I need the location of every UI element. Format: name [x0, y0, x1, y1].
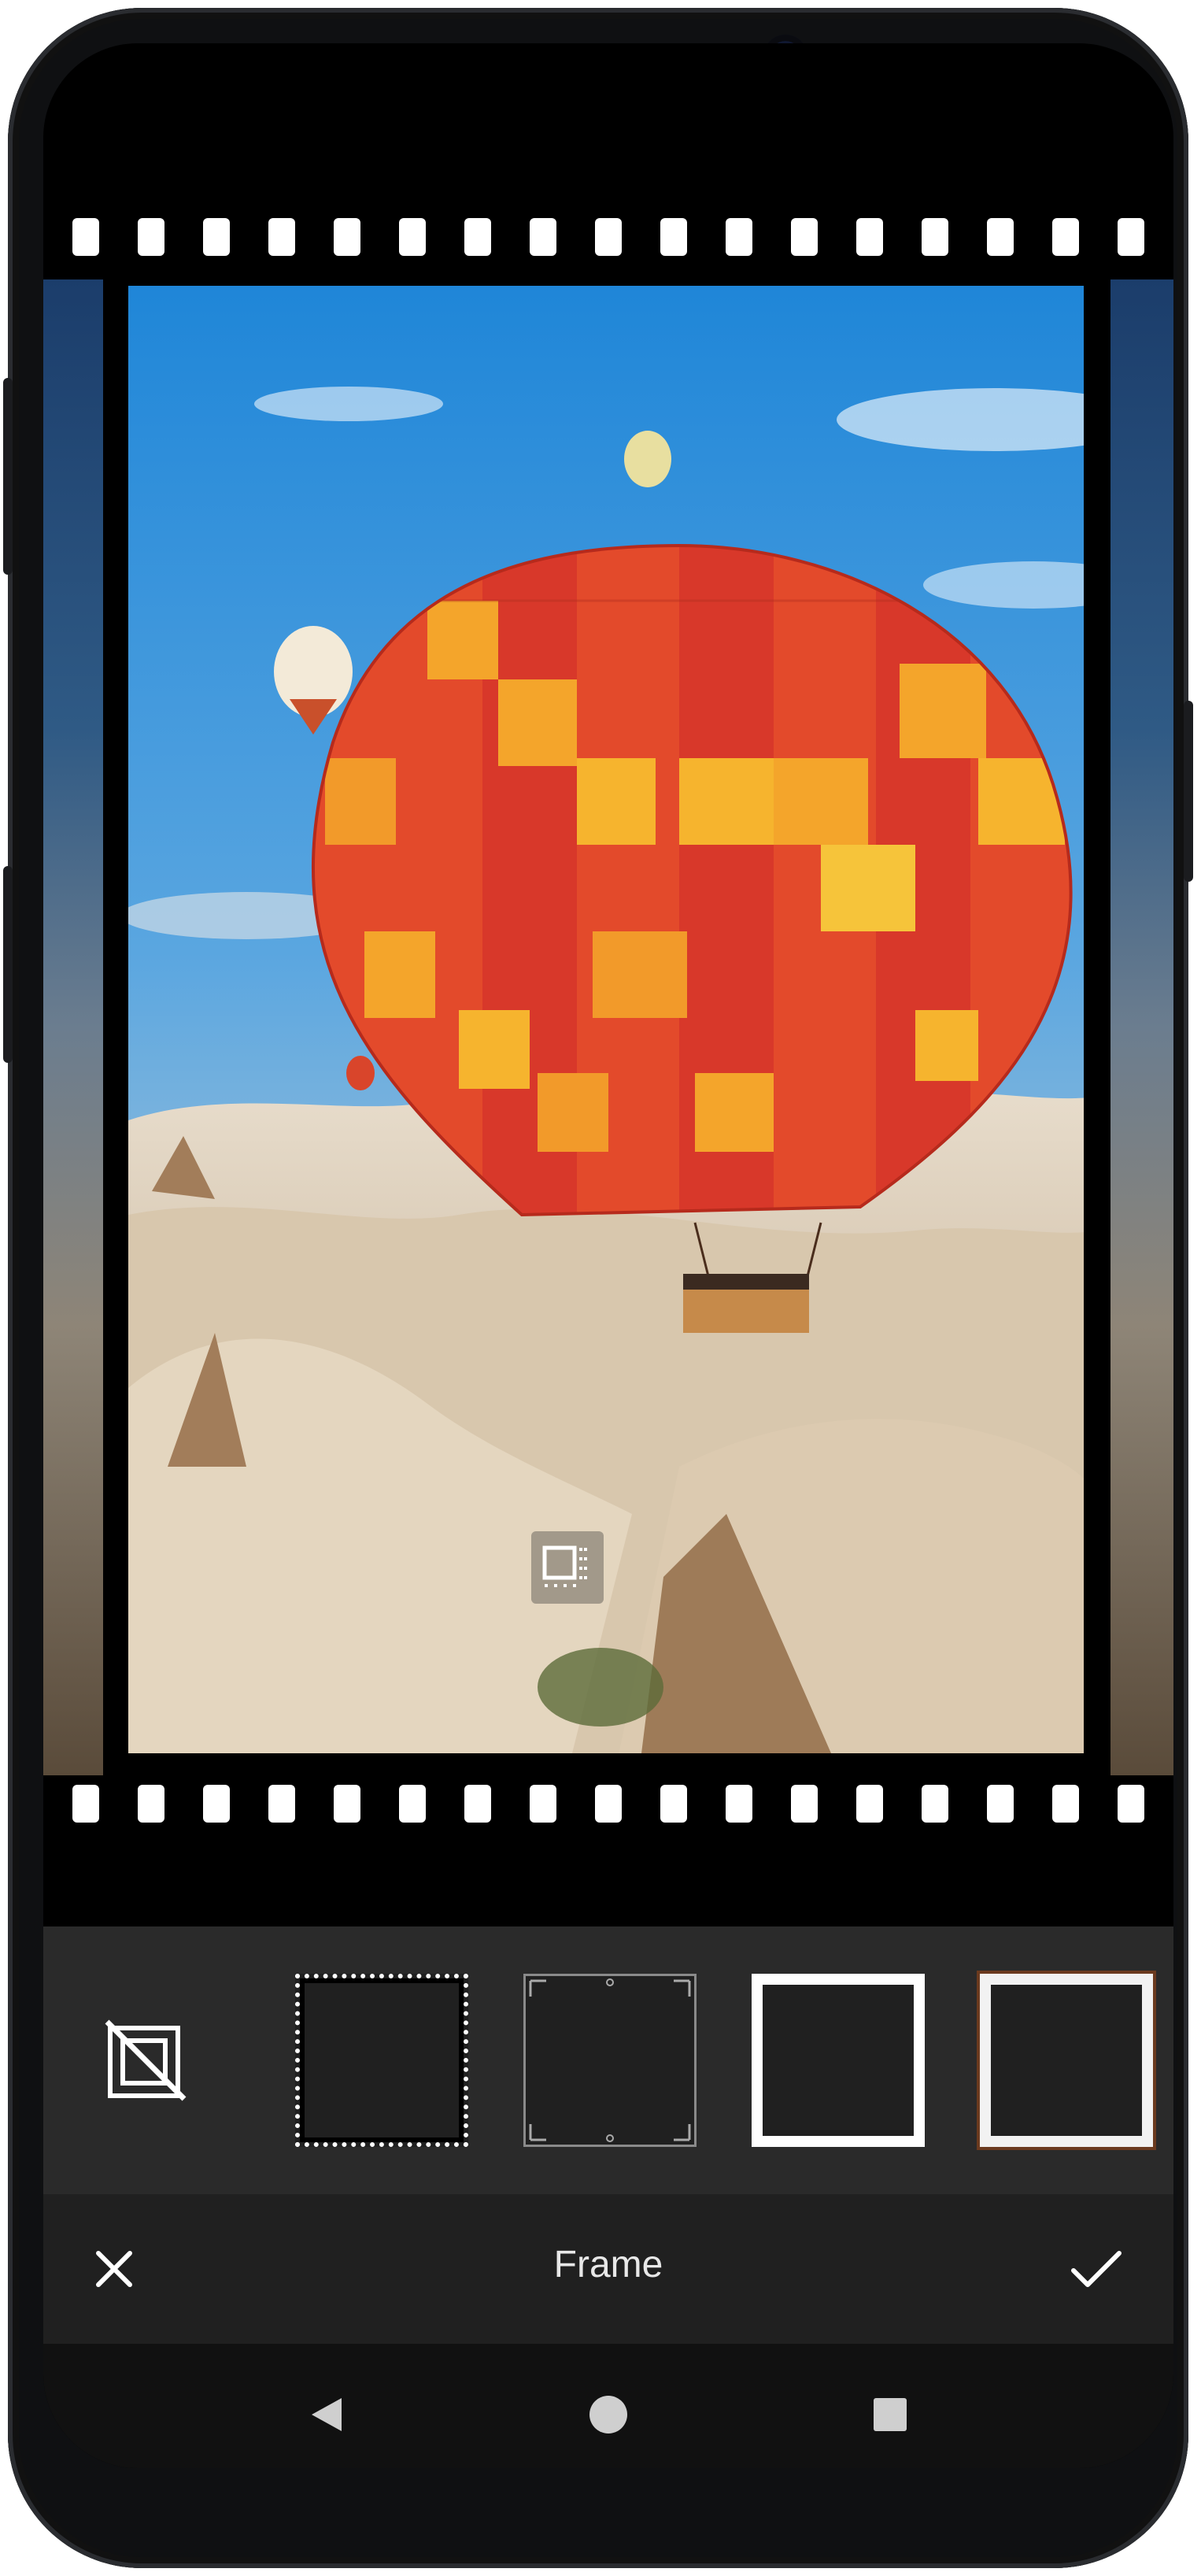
power-button [1184, 701, 1193, 882]
phone-body: Frame [3, 8, 1193, 2568]
film-perforations-bottom [43, 1779, 1173, 1828]
ornate-corners-icon [529, 1978, 691, 2142]
home-button[interactable] [577, 2383, 640, 2446]
recents-button[interactable] [859, 2383, 922, 2446]
balloon-photo [128, 286, 1084, 1753]
adjacent-photo-left [43, 279, 103, 1775]
checkmark-icon [1071, 2251, 1122, 2287]
confirm-button[interactable] [1065, 2237, 1128, 2300]
no-frame-icon [105, 2019, 187, 2101]
adjacent-photo-right [1110, 279, 1173, 1775]
crop-badge[interactable] [531, 1531, 604, 1604]
screen: Frame [43, 43, 1173, 2468]
photo-preview[interactable] [122, 279, 1090, 1760]
editor-toolbar: Frame [43, 2194, 1173, 2344]
frame-option-none[interactable] [98, 2013, 193, 2108]
home-circle-icon [589, 2396, 627, 2434]
frame-option-white[interactable] [752, 1974, 925, 2147]
frame-option-ornate[interactable] [523, 1974, 697, 2147]
film-perforations-top [43, 213, 1173, 261]
recents-square-icon [874, 2398, 907, 2431]
page-title: Frame [553, 2244, 663, 2285]
frame-option-wood[interactable] [980, 1974, 1153, 2147]
frame-option-film[interactable] [295, 1974, 468, 2147]
back-button[interactable] [295, 2383, 358, 2446]
frame-crop-icon [542, 1545, 587, 1587]
bixby-button [3, 866, 13, 1063]
volume-button [3, 378, 13, 575]
system-navigation-bar [43, 2344, 1173, 2468]
frame-options-panel [43, 1926, 1173, 2194]
back-triangle-icon [312, 2398, 342, 2431]
